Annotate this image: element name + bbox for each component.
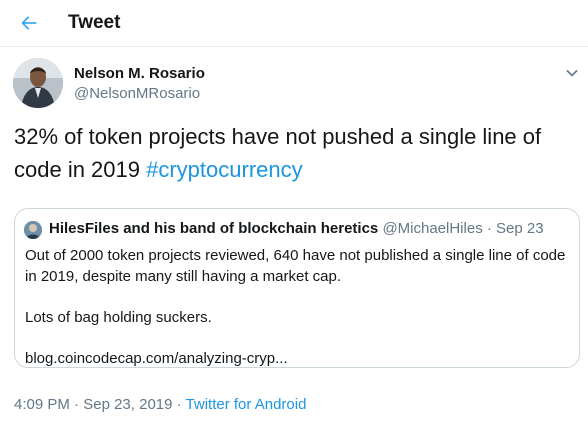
quoted-paragraph: Lots of bag holding suckers.	[25, 309, 212, 326]
quoted-paragraph: Out of 2000 token projects reviewed, 640…	[25, 247, 566, 285]
more-options-button[interactable]	[563, 64, 581, 82]
quoted-tweet[interactable]: HilesFiles and his band of blockchain he…	[14, 208, 580, 368]
tweet-date[interactable]: Sep 23, 2019	[83, 396, 172, 413]
dot-separator: ·	[74, 396, 80, 413]
quoted-author-name: HilesFiles and his band of blockchain he…	[49, 220, 379, 237]
quoted-avatar	[24, 221, 42, 239]
author-photo	[13, 58, 63, 108]
author-name[interactable]: Nelson M. Rosario	[74, 65, 205, 82]
page-title: Tweet	[68, 12, 121, 33]
back-button[interactable]	[14, 8, 44, 38]
quoted-author-handle: @MichaelHiles	[382, 220, 483, 237]
quoted-body: Out of 2000 token projects reviewed, 640…	[25, 245, 573, 369]
source-link[interactable]: Twitter for Android	[186, 396, 307, 413]
quoted-date: Sep 23	[496, 220, 544, 237]
dot-separator: ·	[486, 220, 492, 237]
hashtag-link[interactable]: #cryptocurrency	[146, 157, 303, 182]
tweet-time[interactable]: 4:09 PM	[14, 396, 70, 413]
quoted-link-text: blog.coincodecap.com/analyzing-cryp...	[25, 350, 288, 367]
tweet-text: 32% of token projects have not pushed a …	[14, 120, 579, 186]
quoted-header: HilesFiles and his band of blockchain he…	[49, 220, 544, 237]
dot-separator: ·	[176, 396, 182, 413]
author-handle[interactable]: @NelsonMRosario	[74, 85, 200, 102]
top-bar: Tweet	[0, 0, 588, 47]
arrow-left-icon	[21, 16, 37, 30]
tweet-metadata: 4:09 PM · Sep 23, 2019 · Twitter for And…	[14, 396, 306, 413]
chevron-down-icon	[566, 69, 578, 77]
avatar[interactable]	[13, 58, 63, 108]
